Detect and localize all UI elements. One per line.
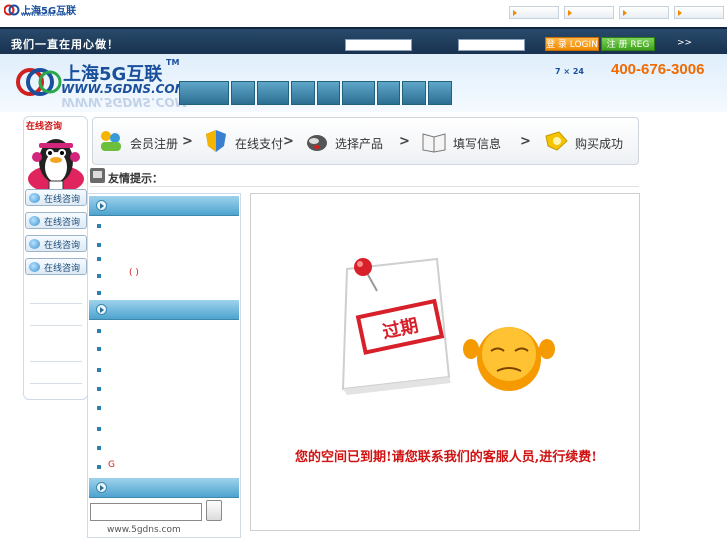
list-bullet bbox=[97, 243, 101, 247]
small-logo-url: WWW.5GDNS.COM bbox=[21, 12, 68, 18]
list-bullet bbox=[97, 347, 101, 351]
expired-message: 您的空间已到期!请您联系我们的客服人员,进行续费! bbox=[295, 450, 597, 465]
online-consult-button-1[interactable]: 在线咨询 bbox=[25, 189, 87, 206]
mouse-icon bbox=[307, 135, 327, 151]
password-input[interactable] bbox=[458, 39, 525, 51]
trademark-mark: TM bbox=[166, 58, 180, 67]
online-consult-button-3[interactable]: 在线咨询 bbox=[25, 235, 87, 252]
step-arrow: > bbox=[182, 134, 193, 149]
nav-tab-3[interactable] bbox=[257, 81, 289, 105]
slogan: 我们一直在用心做！ bbox=[11, 38, 119, 51]
menu-header-3[interactable] bbox=[89, 478, 239, 498]
menu-red-item[interactable]: G bbox=[108, 460, 115, 470]
more-link[interactable]: >> bbox=[677, 38, 692, 48]
nav-tab-1[interactable] bbox=[179, 81, 229, 105]
step-arrow: > bbox=[283, 134, 294, 149]
chat-icon bbox=[29, 216, 40, 226]
member-bar: 我们一直在用心做！ 登 录 LOGIN 注 册 REG >> bbox=[0, 27, 727, 54]
list-bullet bbox=[97, 446, 101, 450]
chat-icon bbox=[29, 239, 40, 249]
top-bar: 上海5G互联 WWW.5GDNS.COM bbox=[0, 0, 727, 22]
members-icon bbox=[101, 131, 121, 151]
divider bbox=[30, 325, 82, 326]
play-icon bbox=[96, 304, 107, 315]
menu-header-2[interactable] bbox=[89, 300, 239, 320]
username-input[interactable] bbox=[345, 39, 412, 51]
search-button[interactable] bbox=[206, 500, 222, 521]
list-bullet bbox=[97, 329, 101, 333]
list-bullet bbox=[97, 257, 101, 261]
nav-tab-6[interactable] bbox=[342, 81, 375, 105]
list-bullet bbox=[97, 274, 101, 278]
chat-icon bbox=[29, 193, 40, 203]
online-consult-button-4[interactable]: 在线咨询 bbox=[25, 258, 87, 275]
service-hours: 7 × 24 bbox=[555, 67, 584, 76]
step-arrow: > bbox=[399, 134, 410, 149]
online-consult-button-2[interactable]: 在线咨询 bbox=[25, 212, 87, 229]
list-bullet bbox=[97, 406, 101, 410]
login-button[interactable]: 登 录 LOGIN bbox=[545, 37, 599, 51]
divider bbox=[30, 361, 82, 362]
nav-tab-4[interactable] bbox=[291, 81, 315, 105]
brand-mark-icon bbox=[16, 68, 62, 96]
tips-label: 友情提示： bbox=[108, 172, 163, 185]
hotline-phone: 400-676-3006 bbox=[611, 61, 705, 78]
brand-logo[interactable]: 上海5G互联 TM WWW.5GDNS.COM WWW.5GDNS.COM bbox=[16, 56, 187, 110]
list-bullet bbox=[97, 224, 101, 228]
expired-notice-panel: 过期 您的空间已到期!请您联系我们的客服人员,进行续费! bbox=[250, 193, 640, 531]
list-bullet bbox=[97, 465, 101, 469]
nav-tab-8[interactable] bbox=[402, 81, 426, 105]
search-input[interactable] bbox=[90, 503, 202, 521]
play-icon bbox=[96, 482, 107, 493]
worried-face-icon bbox=[463, 327, 555, 391]
list-bullet bbox=[97, 427, 101, 431]
top-link-4[interactable] bbox=[674, 6, 724, 19]
top-link-3[interactable] bbox=[619, 6, 669, 19]
divider bbox=[30, 383, 82, 384]
header-banner: 上海5G互联 TM WWW.5GDNS.COM WWW.5GDNS.COM 7 … bbox=[0, 54, 727, 112]
menu-header-1[interactable] bbox=[89, 196, 239, 216]
list-bullet bbox=[97, 291, 101, 295]
qq-penguin-icon bbox=[28, 139, 84, 193]
coin-tag-icon bbox=[545, 131, 568, 151]
top-link-2[interactable] bbox=[564, 6, 614, 19]
site-url[interactable]: www.5gdns.com bbox=[107, 525, 181, 535]
purchase-steps: 会员注册 > 在线支付 > 选择产品 > 填写信息 > 购买成功 bbox=[92, 117, 639, 165]
step-arrow: > bbox=[520, 134, 531, 149]
expired-illustration: 过期 bbox=[341, 257, 555, 395]
list-bullet bbox=[97, 368, 101, 372]
list-bullet bbox=[97, 387, 101, 391]
play-icon bbox=[96, 200, 107, 211]
divider bbox=[30, 303, 82, 304]
brand-url-reflection: WWW.5GDNS.COM bbox=[61, 95, 187, 109]
side-menu: ( ) G www.5gdns.com bbox=[87, 193, 241, 538]
divider bbox=[90, 186, 639, 187]
register-button[interactable]: 注 册 REG bbox=[601, 37, 655, 51]
nav-tab-9[interactable] bbox=[428, 81, 452, 105]
nav-tab-5[interactable] bbox=[317, 81, 340, 105]
logo-mark-icon bbox=[4, 4, 20, 16]
nav-tab-2[interactable] bbox=[231, 81, 255, 105]
online-consult-panel: 在线咨询 在线咨询 在线咨询 在线咨询 在线咨询 bbox=[23, 116, 88, 400]
menu-red-note[interactable]: ( ) bbox=[129, 268, 139, 278]
open-book-icon bbox=[422, 133, 446, 153]
shield-icon bbox=[206, 130, 226, 152]
brand-url: WWW.5GDNS.COM bbox=[61, 82, 187, 96]
chat-icon bbox=[29, 262, 40, 272]
top-link-1[interactable] bbox=[509, 6, 559, 19]
nav-tab-7[interactable] bbox=[377, 81, 400, 105]
small-logo[interactable]: 上海5G互联 WWW.5GDNS.COM bbox=[4, 2, 76, 19]
film-icon bbox=[90, 168, 105, 183]
